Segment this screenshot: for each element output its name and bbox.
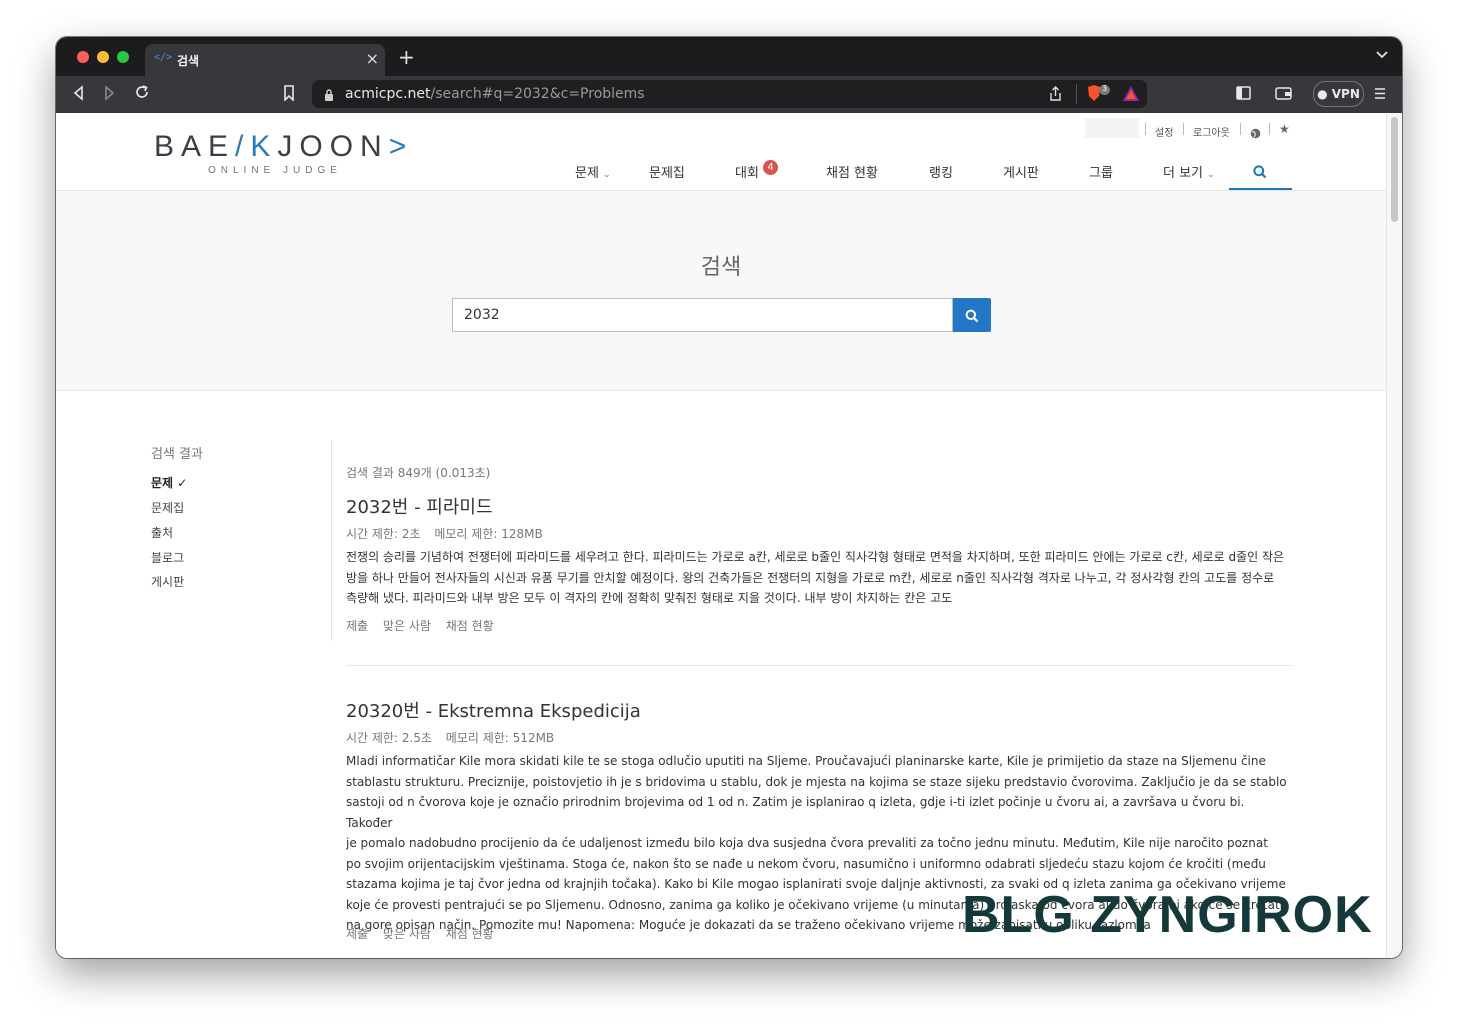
vpn-button[interactable]: ● VPN xyxy=(1313,81,1364,107)
page-title: 검색 xyxy=(700,255,742,280)
new-tab-button[interactable]: + xyxy=(398,47,415,67)
watermark-text: BLG ZYNGIROK xyxy=(962,886,1373,944)
solvers-link[interactable]: 맞은 사람 xyxy=(383,927,431,941)
nav-status[interactable]: 채점 현황 xyxy=(826,162,878,181)
nav-workbooks[interactable]: 문제집 xyxy=(649,162,685,181)
nav-board[interactable]: 게시판 xyxy=(1003,162,1039,181)
result-title[interactable]: 20320번 - Ekstremna Ekspedicija xyxy=(346,697,641,723)
nav-groups[interactable]: 그룹 xyxy=(1089,162,1113,181)
result-title[interactable]: 2032번 - 피라미드 xyxy=(346,493,493,519)
browser-toolbar: acmicpc.net/search#q=2032&c=Problems 3 ●… xyxy=(56,76,1402,113)
result-links: 제출 맞은 사람 채점 현황 xyxy=(346,617,505,634)
sidebar-divider xyxy=(331,440,332,641)
chevron-down-icon[interactable] xyxy=(1376,48,1388,62)
result-description: 전쟁의 승리를 기념하여 전쟁터에 피라미드를 세우려고 한다. 피라미드는 가… xyxy=(346,550,1285,605)
web-page: BAE/KJOON> ONLINE JUDGE 설정 로그아웃 ★ 문제 ⌄ 문… xyxy=(56,113,1386,958)
username-placeholder[interactable] xyxy=(1085,118,1139,138)
settings-link[interactable]: 설정 xyxy=(1155,124,1173,139)
bookmark-icon[interactable] xyxy=(283,85,295,105)
submit-link[interactable]: 제출 xyxy=(346,619,368,633)
lock-icon xyxy=(324,87,334,106)
search-hero: 검색 2032 xyxy=(56,191,1386,391)
close-tab-icon[interactable]: × xyxy=(366,49,379,68)
search-button[interactable] xyxy=(953,298,991,332)
submit-link[interactable]: 제출 xyxy=(346,927,368,941)
menu-icon[interactable] xyxy=(1374,86,1386,104)
share-icon[interactable] xyxy=(1049,86,1062,106)
chevron-down-icon: ⌄ xyxy=(1207,170,1215,180)
address-bar[interactable]: acmicpc.net/search#q=2032&c=Problems 3 xyxy=(312,80,1147,108)
sidebar-item-sources[interactable]: 출처 xyxy=(151,524,173,541)
browser-tab[interactable]: </> 검색 × xyxy=(145,44,385,76)
nav-more[interactable]: 더 보기 ⌄ xyxy=(1163,162,1215,181)
result-divider xyxy=(346,665,1292,666)
search-icon xyxy=(965,308,979,327)
result-count: 검색 결과 849개 (0.013초) xyxy=(346,466,491,480)
top-separator xyxy=(1240,123,1241,135)
nav-problems[interactable]: 문제 ⌄ xyxy=(575,162,611,181)
globe-icon[interactable] xyxy=(1250,124,1261,143)
logout-link[interactable]: 로그아웃 xyxy=(1193,124,1230,139)
close-window-button[interactable] xyxy=(77,51,89,63)
top-separator xyxy=(1145,123,1146,135)
url-separator xyxy=(1076,84,1077,104)
result-links: 제출 맞은 사람 채점 현황 xyxy=(346,925,505,942)
tab-title: 검색 xyxy=(177,54,200,68)
nav-ranking[interactable]: 랭킹 xyxy=(929,162,953,181)
brave-shields-icon[interactable]: 3 xyxy=(1086,84,1112,108)
browser-window: </> 검색 × + acmicpc.net/search#q=2032&c=P… xyxy=(56,37,1402,958)
sidebar-item-problems[interactable]: 문제 ✓ xyxy=(151,474,187,491)
back-icon[interactable] xyxy=(72,85,84,105)
top-separator xyxy=(1269,123,1270,135)
scrollbar-thumb[interactable] xyxy=(1391,117,1398,222)
sidebar-item-board[interactable]: 게시판 xyxy=(151,573,184,590)
sidebar-icon[interactable] xyxy=(1236,86,1251,104)
search-input[interactable]: 2032 xyxy=(452,298,953,332)
contest-badge: 4 xyxy=(763,160,778,175)
top-separator xyxy=(1183,123,1184,135)
wallet-icon[interactable] xyxy=(1275,86,1292,104)
nav-contests[interactable]: 대회 xyxy=(735,162,759,181)
status-link[interactable]: 채점 현황 xyxy=(446,927,494,941)
sidebar-item-blog[interactable]: 블로그 xyxy=(151,549,184,566)
page-scrollbar[interactable] xyxy=(1386,113,1402,958)
result-meta: 시간 제한: 2초 메모리 제한: 128MB xyxy=(346,527,543,541)
sidebar-item-workbooks[interactable]: 문제집 xyxy=(151,499,184,516)
sidebar-title: 검색 결과 xyxy=(151,447,203,462)
result-meta: 시간 제한: 2.5초 메모리 제한: 512MB xyxy=(346,731,555,745)
url-text: acmicpc.net/search#q=2032&c=Problems xyxy=(345,86,645,102)
nav-search-icon[interactable] xyxy=(1253,164,1267,183)
logo-subtitle: ONLINE JUDGE xyxy=(208,165,342,176)
solvers-link[interactable]: 맞은 사람 xyxy=(383,619,431,633)
favicon-icon: </> xyxy=(154,52,173,63)
tab-bar: </> 검색 × + xyxy=(56,37,1402,76)
zoom-window-button[interactable] xyxy=(117,51,129,63)
brave-rewards-icon[interactable] xyxy=(1122,85,1140,106)
status-link[interactable]: 채점 현황 xyxy=(446,619,494,633)
forward-icon[interactable] xyxy=(104,85,116,105)
chevron-down-icon: ⌄ xyxy=(603,170,611,180)
minimize-window-button[interactable] xyxy=(97,51,109,63)
reload-icon[interactable] xyxy=(134,84,150,104)
star-icon[interactable]: ★ xyxy=(1279,122,1290,136)
check-icon: ✓ xyxy=(177,476,188,490)
site-logo[interactable]: BAE/KJOON> xyxy=(154,130,413,164)
shields-count: 3 xyxy=(1102,84,1108,93)
